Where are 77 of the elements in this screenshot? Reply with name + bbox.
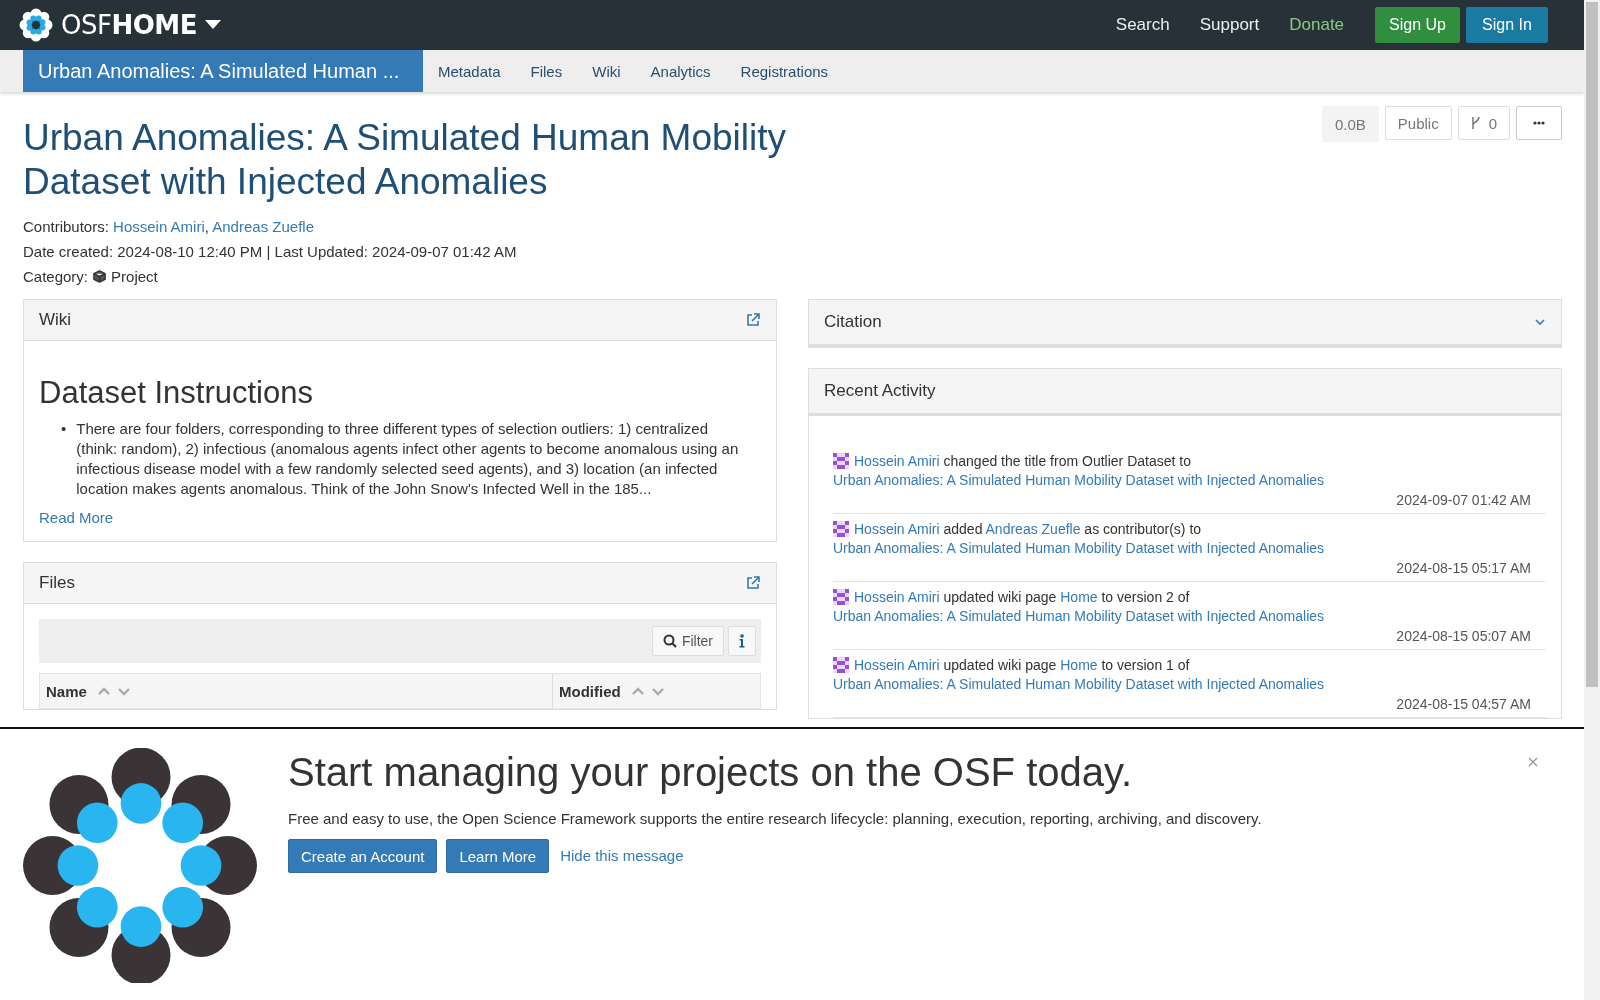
hide-message-link[interactable]: Hide this message — [560, 846, 684, 864]
activity-time: 2024-08-15 05:17 AM — [1395, 559, 1532, 578]
activity-link[interactable]: Hossein Amiri — [854, 589, 940, 605]
activity-link[interactable]: Urban Anomalies: A Simulated Human Mobility Dataset with Injected Anomalies — [833, 608, 1325, 624]
cube-icon — [93, 270, 107, 283]
activity-link[interactable]: Urban Anomalies: A Simulated Human Mobility Dataset with Injected Anomalies — [833, 472, 1325, 488]
project-tab[interactable]: Urban Anomalies: A Simulated Human ... — [23, 50, 423, 92]
nav-link[interactable]: Donate — [1274, 15, 1360, 35]
activity-link[interactable]: Hossein Amiri — [854, 657, 940, 673]
wiki-text: There are four folders, corresponding to three different types of selection outliers: 1) centralized (think: random), 2) infectious (anomalous agents infect other agents to become anomalous using an infectious disease model with a few randomly selected seed agents), and 3) location (an infected location makes agents anomalous. Think of the John Snow's Infected Well in the 185... — [76, 419, 740, 499]
sign-up-button[interactable]: Sign Up — [1375, 7, 1460, 43]
chevron-down-icon[interactable] — [1535, 318, 1545, 326]
activity-text: Hossein Amiri added Andreas Zuefle as contributor(s) to Urban Anomalies: A Simulated Human Mobility Dataset with Injected Anomalies — [833, 520, 1326, 558]
nav-link[interactable]: Search — [1100, 15, 1185, 35]
activity-time: 2024-08-15 04:57 AM — [1395, 695, 1532, 714]
activity-link[interactable]: Home — [1060, 589, 1098, 605]
close-icon[interactable] — [1528, 757, 1538, 767]
external-link-icon[interactable] — [746, 313, 760, 327]
avatar-icon — [833, 657, 849, 673]
scrollbar[interactable] — [1584, 0, 1600, 1000]
project-tab[interactable]: Wiki — [577, 50, 636, 92]
avatar-icon — [833, 453, 849, 469]
learn-more-button[interactable]: Learn More — [446, 839, 550, 873]
panel-title: Files — [39, 573, 75, 593]
column-header[interactable]: Name — [40, 674, 553, 708]
activity-link[interactable]: Urban Anomalies: A Simulated Human Mobility Dataset with Injected Anomalies — [833, 540, 1325, 556]
fork-icon — [1470, 116, 1481, 130]
read-more-link[interactable]: Read More — [39, 509, 114, 526]
activity-link[interactable]: Home — [1060, 657, 1098, 673]
citation-panel[interactable]: Citation — [808, 299, 1562, 348]
sort-icon[interactable] — [630, 686, 667, 696]
panel-title: Citation — [824, 312, 882, 332]
brand-name[interactable]: OSFHOME — [61, 10, 197, 40]
info-icon — [739, 634, 745, 648]
dates-line: Date created: 2024-08-10 12:40 PM | Last Updated: 2024-09-07 01:42 AM — [23, 242, 518, 262]
size-badge: 0.0B — [1321, 106, 1379, 142]
column-header[interactable]: Modified — [553, 674, 673, 708]
category-value: Project — [111, 267, 158, 287]
activity-text: Hossein Amiri changed the title from Outlier Dataset to Urban Anomalies: A Simulated Human Mobility Dataset with Injected Anomalies — [833, 452, 1326, 490]
project-tab[interactable]: Metadata — [423, 50, 516, 92]
forks-button[interactable]: 0 — [1457, 106, 1510, 140]
activity-time: 2024-09-07 01:42 AM — [1395, 491, 1532, 510]
info-button[interactable] — [728, 626, 756, 656]
activity-link[interactable]: Andreas Zuefle — [985, 521, 1081, 537]
contributor-link[interactable]: Andreas Zuefle — [212, 218, 314, 235]
logo-icon — [19, 8, 53, 42]
avatar-icon — [833, 589, 849, 605]
project-tab[interactable]: Registrations — [725, 50, 844, 92]
nav-link[interactable]: Support — [1184, 15, 1275, 35]
panel-title: Recent Activity — [824, 381, 936, 401]
caret-icon[interactable] — [204, 20, 221, 30]
activity-link[interactable]: Hossein Amiri — [854, 521, 940, 537]
activity-text: Hossein Amiri updated wiki page Home to version 1 of Urban Anomalies: A Simulated Human Mobility Dataset with Injected Anomalies — [833, 656, 1326, 694]
search-icon — [662, 634, 677, 648]
activity-time: 2024-08-15 05:07 AM — [1395, 627, 1532, 646]
category-label: Category: — [23, 267, 89, 287]
sign-in-button[interactable]: Sign In — [1466, 7, 1548, 43]
contributors-line: Contributors: Hossein Amiri, Andreas Zuefle — [23, 217, 315, 237]
create-account-button[interactable]: Create an Account — [288, 839, 438, 873]
bullet-marker: • — [61, 419, 67, 439]
project-tab[interactable]: Files — [515, 50, 578, 92]
project-title: Urban Anomalies: A Simulated Human Mobility Dataset with Injected Anomalies — [23, 116, 787, 204]
activity-link[interactable]: Hossein Amiri — [854, 453, 940, 469]
wiki-heading: Dataset Instructions — [39, 375, 314, 411]
banner-text: Free and easy to use, the Open Science Framework supports the entire research lifecycle: planning, execution, reporting, archiving, and discovery. — [288, 810, 1262, 827]
avatar-icon — [833, 521, 849, 537]
external-link-icon[interactable] — [746, 576, 760, 590]
filter-button[interactable]: Filter — [651, 626, 724, 656]
banner-headline: Start managing your projects on the OSF today. — [288, 749, 1134, 796]
project-tab[interactable]: Analytics — [635, 50, 726, 92]
sort-icon[interactable] — [96, 686, 133, 696]
panel-title: Wiki — [39, 310, 72, 330]
more-icon — [1533, 121, 1545, 125]
activity-link[interactable]: Urban Anomalies: A Simulated Human Mobility Dataset with Injected Anomalies — [833, 676, 1325, 692]
contributor-link[interactable]: Hossein Amiri — [113, 218, 205, 235]
public-button[interactable]: Public — [1384, 106, 1452, 140]
activity-text: Hossein Amiri updated wiki page Home to version 2 of Urban Anomalies: A Simulated Human Mobility Dataset with Injected Anomalies — [833, 588, 1326, 626]
